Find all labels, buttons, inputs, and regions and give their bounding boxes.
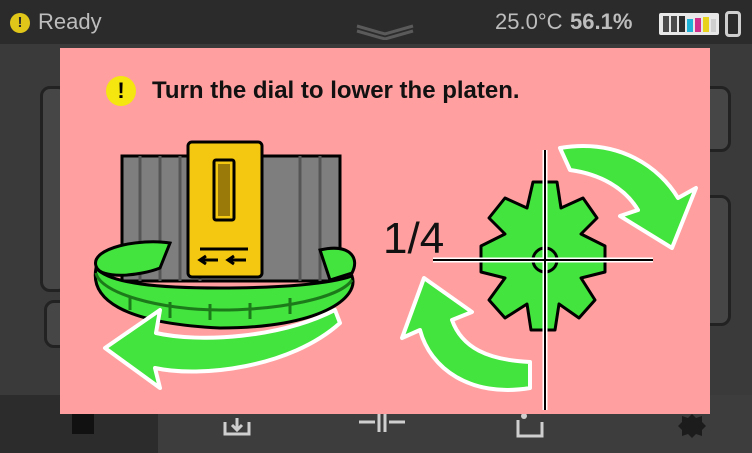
printer-screen: ! Ready 25.0°C 56.1% 1/4 ! Turn the dial… — [0, 0, 752, 453]
settings-icon[interactable] — [676, 410, 708, 442]
align-icon[interactable] — [357, 410, 407, 440]
dialog-message: Turn the dial to lower the platen. — [152, 77, 520, 104]
temperature-readout: 25.0°C — [495, 9, 563, 34]
usb-icon[interactable] — [725, 11, 741, 37]
warning-icon: ! — [10, 13, 30, 33]
gear-rotation-icon: 1/4 — [383, 144, 698, 410]
rotation-fraction: 1/4 — [383, 214, 444, 263]
warning-icon: ! — [106, 76, 136, 106]
status-bar: ! Ready 25.0°C 56.1% — [0, 0, 752, 44]
home-icon[interactable] — [72, 412, 94, 434]
ink-cartridge-icon[interactable] — [512, 410, 552, 440]
download-icon[interactable] — [222, 410, 252, 440]
ink-level-icon[interactable] — [659, 13, 719, 35]
menu-handle-icon[interactable] — [355, 22, 415, 40]
humidity-readout: 56.1% — [570, 9, 633, 34]
alert-dialog[interactable]: 1/4 ! Turn the dial to lower the platen. — [60, 48, 710, 414]
platen-dial-illustration — [93, 140, 357, 390]
status-text: Ready — [38, 9, 102, 34]
